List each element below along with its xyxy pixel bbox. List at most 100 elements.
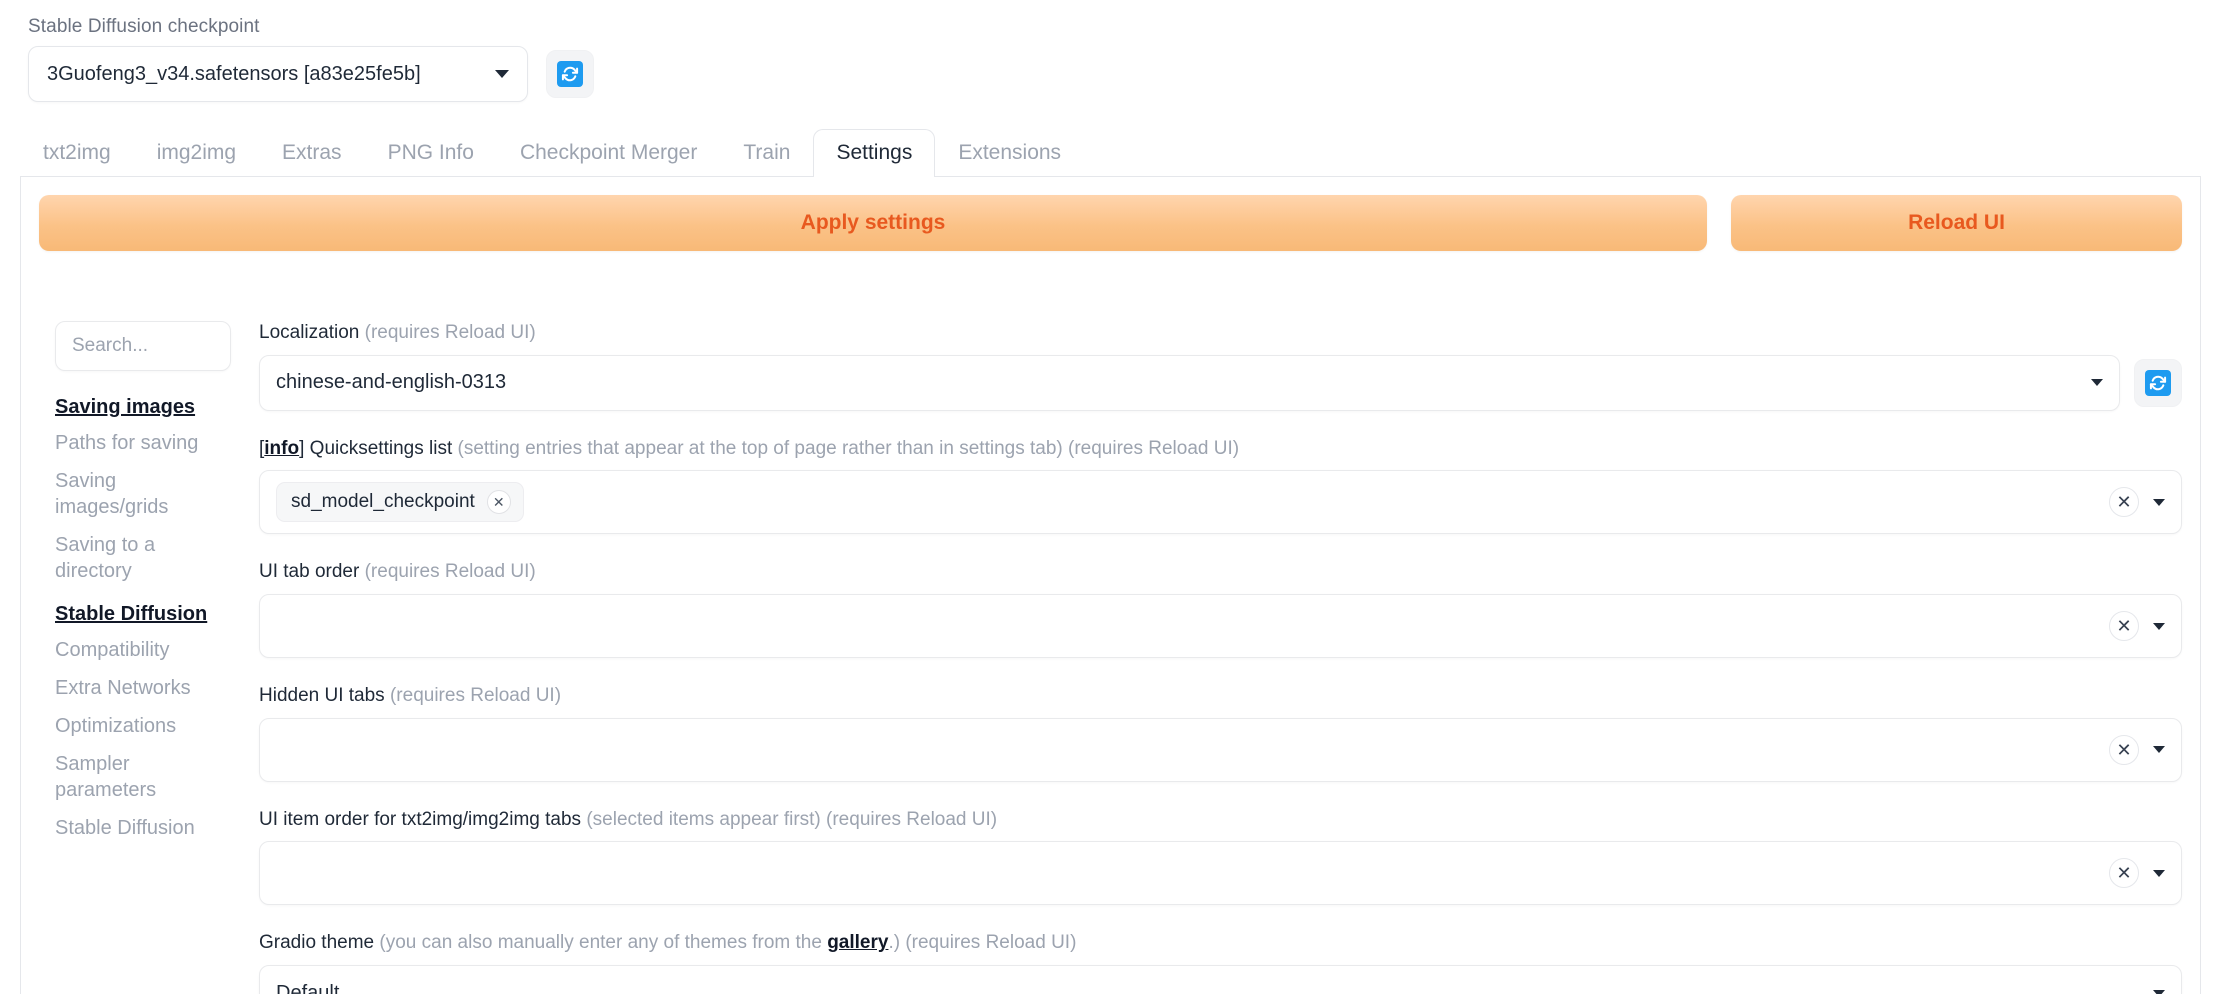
apply-settings-button[interactable]: Apply settings xyxy=(39,195,1707,251)
tab-settings[interactable]: Settings xyxy=(813,129,936,177)
refresh-icon xyxy=(2145,369,2171,396)
ui-item-order-multiselect[interactable]: ✕ xyxy=(259,841,2182,906)
tab-train[interactable]: Train xyxy=(720,129,813,177)
clear-icon[interactable]: ✕ xyxy=(2109,858,2139,889)
field-hidden-ui-tabs-hint: (requires Reload UI) xyxy=(389,685,562,707)
field-ui-tab-order: UI tab order (requires Reload UI) ✕ xyxy=(259,560,2182,659)
token-label: sd_model_checkpoint xyxy=(291,491,475,513)
clear-icon[interactable]: ✕ xyxy=(2109,734,2139,765)
settings-nav: Saving images Paths for saving Saving im… xyxy=(55,395,239,841)
refresh-icon xyxy=(557,61,583,87)
tab-extras[interactable]: Extras xyxy=(259,129,365,177)
field-ui-tab-order-controls: ✕ xyxy=(259,594,2182,659)
main-tabbar: txt2img img2img Extras PNG Info Checkpoi… xyxy=(0,122,2221,177)
field-localization-hint: (requires Reload UI) xyxy=(364,322,536,343)
gradio-theme-value: Default xyxy=(276,981,340,994)
field-ui-item-order-hint: (selected items appear first) (requires … xyxy=(586,808,998,830)
sidebar-item-compatibility[interactable]: Compatibility xyxy=(55,637,215,663)
tab-png-info[interactable]: PNG Info xyxy=(365,129,497,177)
field-localization-label: Localization (requires Reload UI) xyxy=(259,321,2182,346)
field-quicksettings-list: [info] Quicksettings list (setting entri… xyxy=(259,437,2182,535)
field-localization: Localization (requires Reload UI) chines… xyxy=(259,321,2182,411)
refresh-localization-button[interactable] xyxy=(2134,358,2182,407)
gradio-theme-dropdown[interactable]: Default xyxy=(259,965,2182,994)
localization-dropdown-affordances xyxy=(2091,379,2103,387)
field-gradio-theme-hint-pre: (you can also manually enter any of them… xyxy=(379,932,828,954)
clear-icon[interactable]: ✕ xyxy=(2109,611,2139,642)
sidebar-item-extra-networks[interactable]: Extra Networks xyxy=(55,675,215,701)
field-quicksettings-list-hint: (setting entries that appear at the top … xyxy=(457,437,1240,459)
chevron-down-icon[interactable] xyxy=(2153,989,2165,994)
field-hidden-ui-tabs-controls: ✕ xyxy=(259,717,2182,782)
chevron-down-icon[interactable] xyxy=(2153,498,2165,506)
field-ui-item-order: UI item order for txt2img/img2img tabs (… xyxy=(259,808,2182,906)
quicksettings-controls: 3Guofeng3_v34.safetensors [a83e25fe5b] xyxy=(28,46,2221,102)
app-root: Stable Diffusion checkpoint 3Guofeng3_v3… xyxy=(0,0,2221,994)
quicksettings-list-affordances: ✕ xyxy=(2109,487,2165,518)
field-gradio-theme-controls: Default xyxy=(259,965,2182,994)
localization-value: chinese-and-english-0313 xyxy=(276,371,507,394)
chevron-down-icon[interactable] xyxy=(2153,746,2165,754)
hidden-ui-tabs-multiselect[interactable]: ✕ xyxy=(259,717,2182,782)
tab-list: txt2img img2img Extras PNG Info Checkpoi… xyxy=(20,122,2221,177)
quicksettings-bar: Stable Diffusion checkpoint 3Guofeng3_v3… xyxy=(0,0,2221,102)
gradio-theme-affordances xyxy=(2153,989,2165,994)
field-ui-item-order-label: UI item order for txt2img/img2img tabs (… xyxy=(259,808,2182,833)
settings-panel: Apply settings Reload UI Saving images P… xyxy=(20,176,2201,994)
settings-body: Saving images Paths for saving Saving im… xyxy=(39,321,2182,994)
sd-checkpoint-value: 3Guofeng3_v34.safetensors [a83e25fe5b] xyxy=(47,62,421,85)
field-quicksettings-list-name: Quicksettings list xyxy=(309,437,453,459)
settings-content: Localization (requires Reload UI) chines… xyxy=(239,321,2182,994)
field-gradio-theme-name: Gradio theme xyxy=(259,932,375,954)
refresh-checkpoints-button[interactable] xyxy=(546,50,594,98)
sidebar-group-stable-diffusion[interactable]: Stable Diffusion xyxy=(55,602,239,627)
chevron-down-icon[interactable] xyxy=(2153,869,2165,877)
chevron-down-icon[interactable] xyxy=(2153,622,2165,630)
reload-ui-button[interactable]: Reload UI xyxy=(1731,195,2182,251)
field-ui-tab-order-name: UI tab order xyxy=(259,561,360,583)
field-localization-controls: chinese-and-english-0313 xyxy=(259,354,2182,411)
settings-action-bar: Apply settings Reload UI xyxy=(39,195,2182,251)
field-hidden-ui-tabs: Hidden UI tabs (requires Reload UI) ✕ xyxy=(259,684,2182,782)
sidebar-item-saving-images-grids[interactable]: Saving images/grids xyxy=(55,468,215,520)
field-quicksettings-list-controls: sd_model_checkpoint ✕ ✕ xyxy=(259,470,2182,535)
field-hidden-ui-tabs-label: Hidden UI tabs (requires Reload UI) xyxy=(259,684,2182,709)
field-gradio-theme-hint-post: .) (requires Reload UI) xyxy=(888,932,1077,954)
field-localization-name: Localization xyxy=(259,322,360,343)
clear-icon[interactable]: ✕ xyxy=(2109,487,2139,518)
tab-img2img[interactable]: img2img xyxy=(134,129,259,177)
sidebar-item-saving-to-a-directory[interactable]: Saving to a directory xyxy=(55,532,215,584)
gallery-link[interactable]: gallery xyxy=(827,932,888,953)
info-link[interactable]: info xyxy=(264,438,299,459)
checkpoint-label: Stable Diffusion checkpoint xyxy=(28,16,260,37)
ui-tab-order-multiselect[interactable]: ✕ xyxy=(259,594,2182,659)
localization-dropdown[interactable]: chinese-and-english-0313 xyxy=(259,354,2120,411)
sidebar-item-paths-for-saving[interactable]: Paths for saving xyxy=(55,430,215,456)
ui-item-order-affordances: ✕ xyxy=(2109,858,2165,889)
field-gradio-theme: Gradio theme (you can also manually ente… xyxy=(259,931,2182,994)
sidebar-item-sampler-parameters[interactable]: Sampler parameters xyxy=(55,751,215,803)
tab-txt2img[interactable]: txt2img xyxy=(20,129,134,177)
chevron-down-icon[interactable] xyxy=(2091,379,2103,387)
ui-tab-order-affordances: ✕ xyxy=(2109,611,2165,642)
quicksettings-list-multiselect[interactable]: sd_model_checkpoint ✕ ✕ xyxy=(259,470,2182,535)
chevron-down-icon xyxy=(495,70,509,78)
field-ui-item-order-controls: ✕ xyxy=(259,841,2182,906)
settings-sidebar: Saving images Paths for saving Saving im… xyxy=(39,321,239,994)
sidebar-item-optimizations[interactable]: Optimizations xyxy=(55,713,215,739)
settings-search-input[interactable] xyxy=(55,321,231,371)
sd-checkpoint-dropdown[interactable]: 3Guofeng3_v34.safetensors [a83e25fe5b] xyxy=(28,46,528,102)
field-ui-tab-order-label: UI tab order (requires Reload UI) xyxy=(259,560,2182,585)
tab-extensions[interactable]: Extensions xyxy=(935,129,1084,177)
token-sd-model-checkpoint: sd_model_checkpoint ✕ xyxy=(276,482,524,523)
sidebar-item-stable-diffusion[interactable]: Stable Diffusion xyxy=(55,815,215,841)
info-bracket-close: ] xyxy=(299,437,305,459)
field-gradio-theme-label: Gradio theme (you can also manually ente… xyxy=(259,931,2182,956)
field-hidden-ui-tabs-name: Hidden UI tabs xyxy=(259,685,385,707)
sidebar-group-saving-images[interactable]: Saving images xyxy=(55,395,239,420)
field-quicksettings-list-label: [info] Quicksettings list (setting entri… xyxy=(259,437,2182,462)
tab-checkpoint-merger[interactable]: Checkpoint Merger xyxy=(497,129,720,177)
field-ui-item-order-name: UI item order for txt2img/img2img tabs xyxy=(259,808,582,830)
field-ui-tab-order-hint: (requires Reload UI) xyxy=(364,561,536,583)
remove-token-icon[interactable]: ✕ xyxy=(486,490,511,515)
